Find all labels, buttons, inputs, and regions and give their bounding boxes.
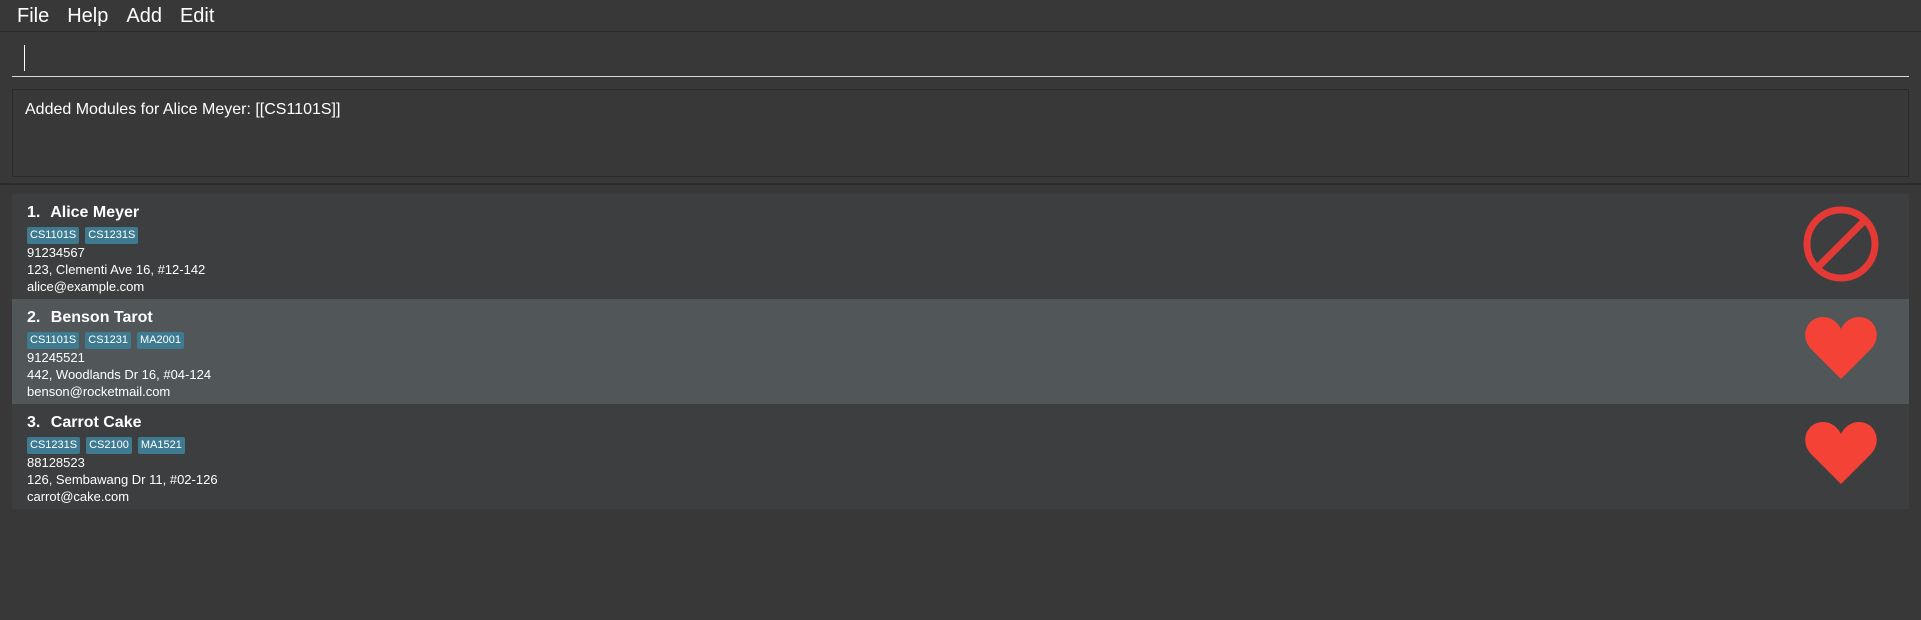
menu-edit[interactable]: Edit	[171, 1, 223, 31]
person-card[interactable]: 3. Carrot Cake CS1231S CS2100 MA1521 881…	[12, 404, 1909, 509]
module-tags: CS1101S CS1231S	[27, 227, 1909, 244]
person-card[interactable]: 2. Benson Tarot CS1101S CS1231 MA2001 91…	[12, 299, 1909, 404]
divider	[0, 183, 1921, 185]
person-address: 123, Clementi Ave 16, #12-142	[27, 262, 206, 277]
module-tags: CS1101S CS1231 MA2001	[27, 332, 1909, 349]
menu-bar: File Help Add Edit	[0, 0, 1921, 32]
person-name-row: 2. Benson Tarot	[27, 308, 1909, 328]
command-box	[12, 40, 1909, 77]
module-tag: CS2100	[86, 437, 132, 454]
text-caret	[24, 45, 25, 71]
module-tag: MA1521	[137, 437, 185, 454]
person-name-row: 1. Alice Meyer	[27, 203, 1909, 223]
person-address: 442, Woodlands Dr 16, #04-124	[27, 367, 212, 382]
heart-icon	[1805, 317, 1877, 379]
module-tag: CS1231	[85, 332, 132, 349]
person-card[interactable]: 1. Alice Meyer CS1101S CS1231S 91234567 …	[12, 194, 1909, 299]
person-address: 126, Sembawang Dr 11, #02-126	[27, 472, 218, 487]
person-email: benson@rocketmail.com	[27, 384, 171, 399]
menu-file[interactable]: File	[8, 1, 58, 31]
result-message: Added Modules for Alice Meyer: [[CS1101S…	[25, 101, 341, 118]
person-name: Benson Tarot	[50, 309, 153, 326]
person-name-row: 3. Carrot Cake	[27, 413, 1909, 433]
result-display: Added Modules for Alice Meyer: [[CS1101S…	[12, 89, 1909, 177]
module-tag: CS1231S	[27, 437, 81, 454]
person-index: 3.	[27, 414, 41, 431]
person-phone: 91234567	[27, 245, 85, 260]
person-phone: 91245521	[27, 350, 85, 365]
menu-help[interactable]: Help	[58, 1, 117, 31]
person-email: alice@example.com	[27, 279, 145, 294]
person-phone: 88128523	[27, 455, 85, 470]
module-tag: CS1101S	[27, 332, 80, 349]
module-tag: CS1231S	[85, 227, 139, 244]
person-list[interactable]: 1. Alice Meyer CS1101S CS1231S 91234567 …	[12, 194, 1909, 509]
menu-add[interactable]: Add	[117, 1, 171, 31]
person-index: 2.	[27, 309, 41, 326]
module-tag: MA2001	[137, 332, 185, 349]
person-email: carrot@cake.com	[27, 489, 130, 504]
command-input[interactable]	[12, 40, 1909, 76]
module-tags: CS1231S CS2100 MA1521	[27, 437, 1909, 454]
no-entry-icon	[1803, 206, 1879, 282]
person-name: Carrot Cake	[50, 414, 142, 431]
person-index: 1.	[27, 204, 41, 221]
person-name: Alice Meyer	[50, 204, 140, 221]
module-tag: CS1101S	[27, 227, 80, 244]
heart-icon	[1805, 422, 1877, 484]
